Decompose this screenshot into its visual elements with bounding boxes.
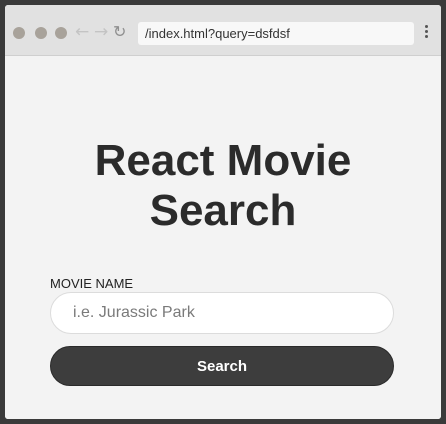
page-content: React Movie Search MOVIE NAME Search — [5, 56, 441, 419]
page-title-line-1: React Movie — [94, 136, 352, 185]
minimize-window-button[interactable] — [35, 27, 47, 39]
reload-icon[interactable]: ↻ — [113, 22, 126, 42]
address-text: /index.html?query=dsfdsf — [145, 26, 290, 41]
browser-window: ← → ↻ /index.html?query=dsfdsf React Mov… — [5, 5, 441, 419]
search-button[interactable]: Search — [50, 346, 394, 386]
page-title-line-2: Search — [149, 186, 297, 235]
maximize-window-button[interactable] — [55, 27, 67, 39]
forward-arrow-icon[interactable]: → — [94, 22, 108, 42]
close-window-button[interactable] — [13, 27, 25, 39]
page-title: React Movie Search — [5, 136, 441, 236]
movie-search-input[interactable] — [50, 292, 394, 334]
address-bar[interactable]: /index.html?query=dsfdsf — [138, 22, 414, 45]
movie-name-label: MOVIE NAME — [50, 276, 134, 291]
vertical-ellipsis-icon[interactable] — [425, 25, 429, 41]
browser-toolbar: ← → ↻ /index.html?query=dsfdsf — [5, 5, 441, 56]
back-arrow-icon[interactable]: ← — [75, 22, 89, 42]
